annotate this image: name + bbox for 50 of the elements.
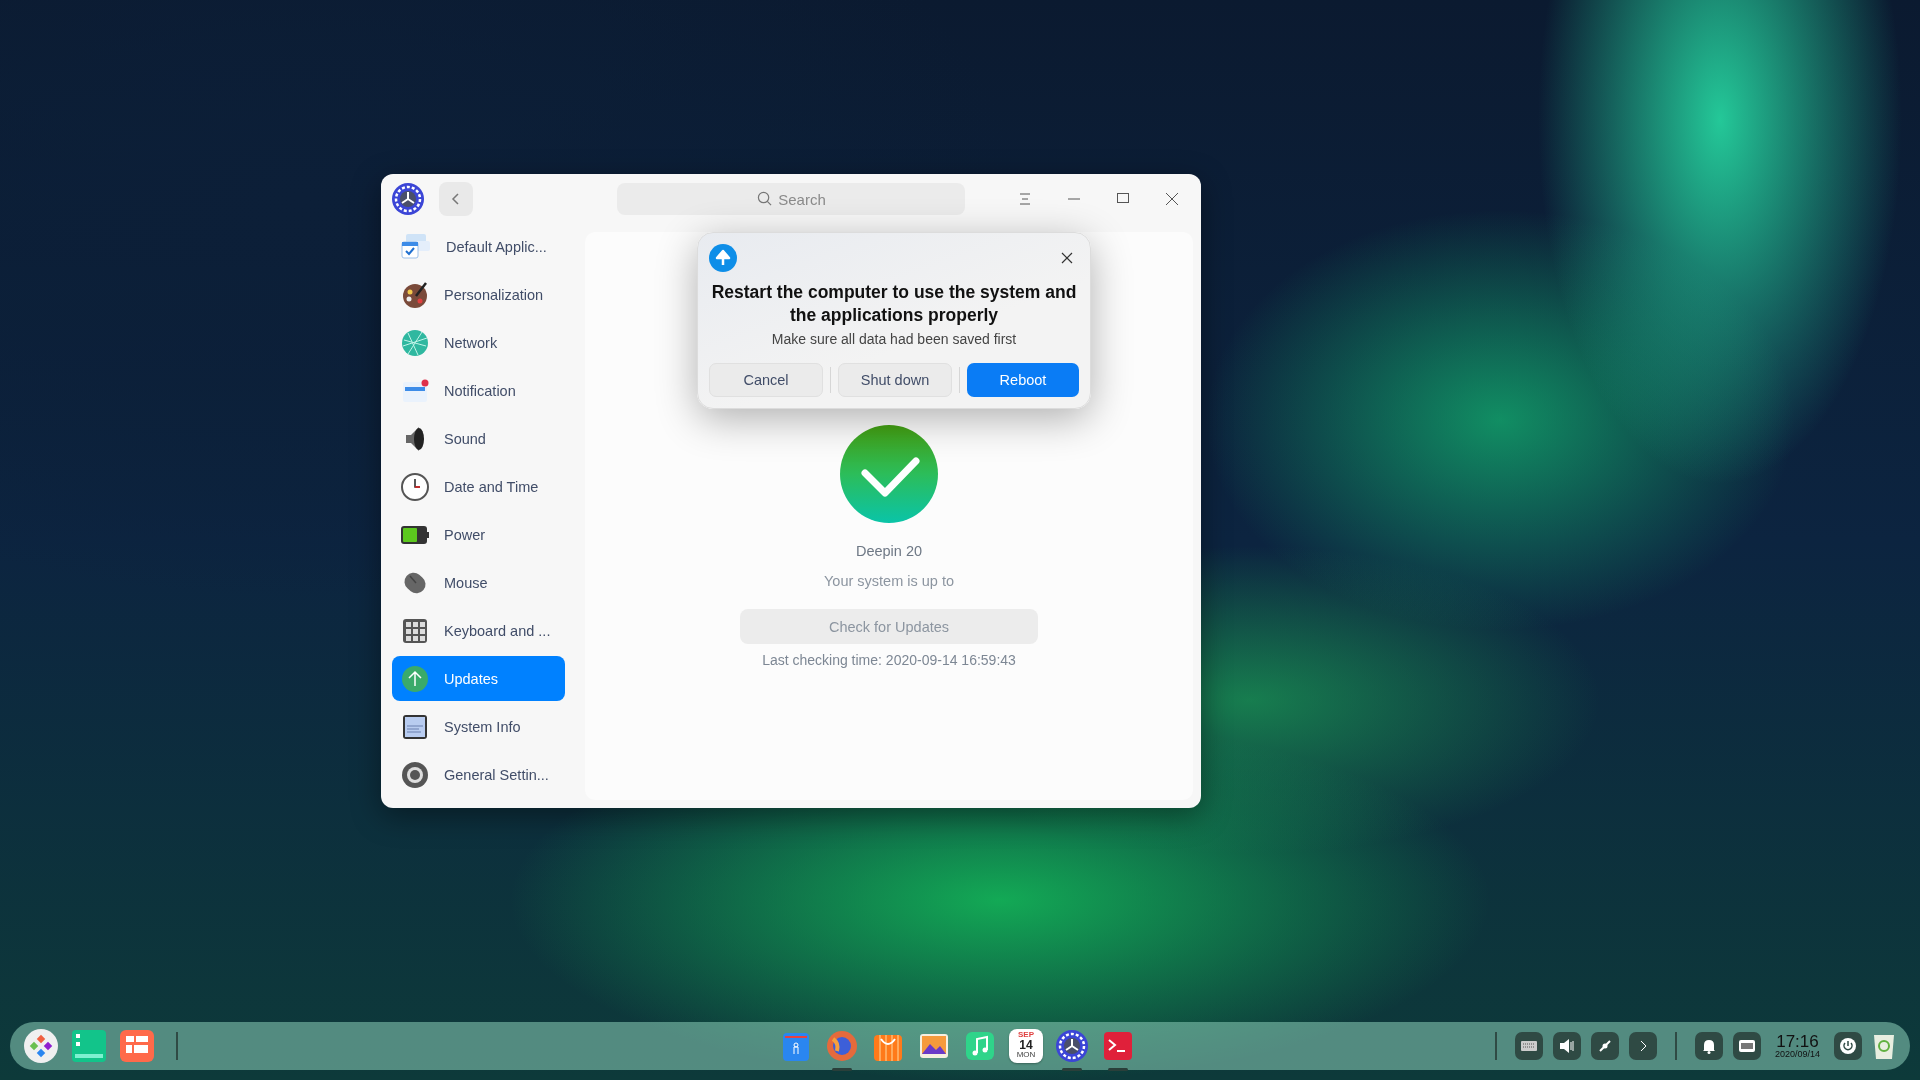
dialog-message: Make sure all data had been saved first [771,331,1017,347]
dialog-button[interactable]: Shut down [838,363,952,397]
bell-icon[interactable] [1694,1032,1723,1060]
checkmark-icon [840,425,938,523]
settings-logo-icon [391,182,425,216]
power-icon[interactable] [1834,1032,1862,1060]
search-field[interactable]: Search [617,183,965,215]
dialog-button[interactable]: Reboot [967,363,1079,397]
volume-icon[interactable] [1552,1032,1581,1060]
dialog-title: Restart the computer to use the system and the applications properly [710,281,1078,327]
dialog-button[interactable]: Cancel [709,363,823,397]
globe-icon [400,327,430,358]
clock-icon [400,471,430,502]
maximize-icon [1116,193,1129,205]
terminal-icon[interactable] [1101,1029,1135,1063]
grid-apps-icon[interactable] [120,1029,154,1063]
window-checkbox-icon [400,231,432,262]
close-icon [1164,192,1179,206]
sidebar-item[interactable]: General Settin... [392,752,565,797]
launcher-icon[interactable] [24,1029,58,1063]
menu-icon [1017,193,1032,205]
version-label: Deepin 20 [855,543,923,559]
gear-icon [400,759,430,790]
chevron-left-icon [451,192,461,206]
keyboard-icon[interactable] [1732,1032,1761,1060]
minimize-icon [1066,198,1081,200]
keyboard-icon[interactable] [1514,1032,1543,1060]
sidebar-item[interactable]: Mouse [392,560,565,605]
calendar-icon[interactable]: SEP 14 MON [1009,1029,1043,1063]
sidebar-item[interactable]: Power [392,512,565,557]
last-checked-text: Last checking time: 2020-09-14 16:59:43 [762,652,1016,668]
clock-time: 17:16 [1776,1033,1819,1050]
sidebar-item[interactable]: Default Applic... [392,224,565,269]
sidebar-item[interactable]: Personalization [392,272,565,317]
sidebar-item[interactable]: Keyboard and ... [392,608,565,653]
trash-icon[interactable] [1872,1032,1896,1060]
sidebar-item[interactable]: Updates [392,656,565,701]
status-text: Your system is up to [824,573,954,589]
chevron-right-icon[interactable] [1628,1032,1657,1060]
sidebar-item[interactable]: System Info [392,704,565,749]
sidebar-item[interactable]: Notification [392,368,565,413]
multitasking-icon[interactable] [72,1029,106,1063]
music-note-icon[interactable] [963,1029,997,1063]
sidebar-item[interactable]: Network [392,320,565,365]
close-icon [1061,252,1073,264]
search-icon [757,191,772,206]
clock-date: 2020/09/14 [1774,1050,1820,1059]
gear-icon[interactable] [1055,1029,1089,1063]
sidebar-item[interactable]: Date and Time [392,464,565,509]
sidebar-item[interactable]: Sound [392,416,565,461]
